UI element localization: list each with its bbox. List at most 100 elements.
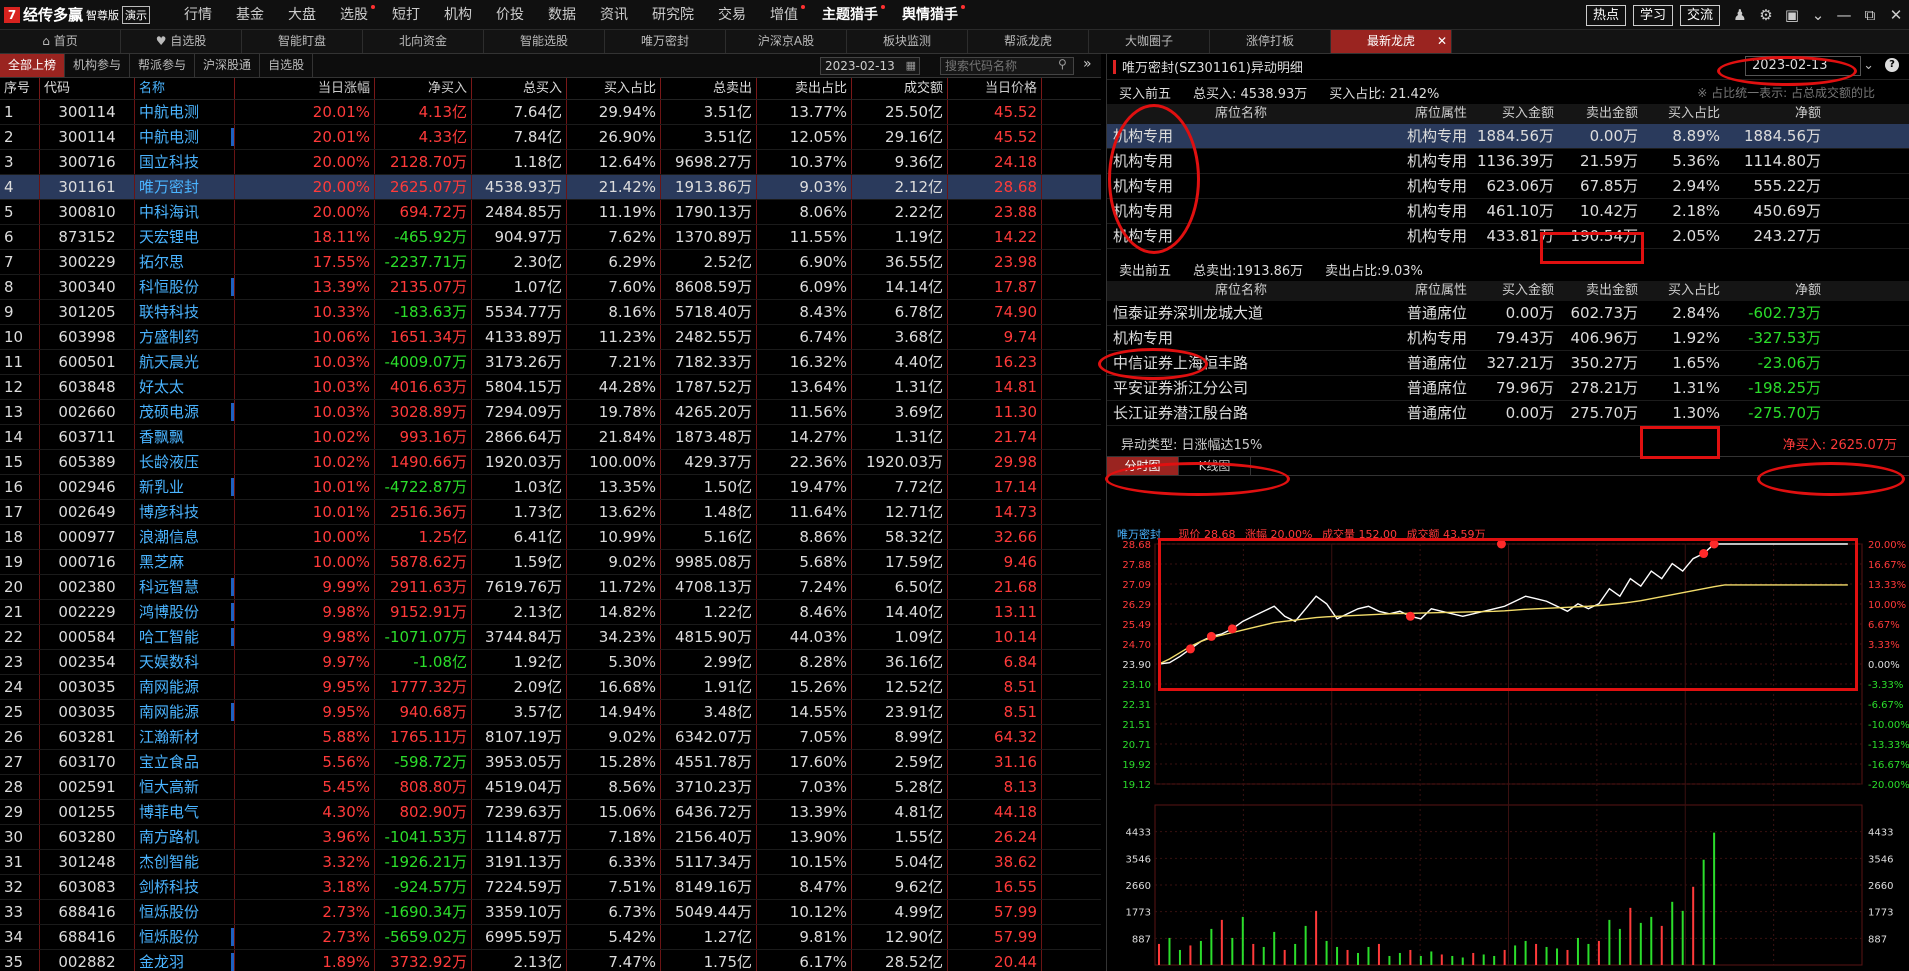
table-row[interactable]: 25003035南网能源 2日9.95%940.68万3.57亿14.94%3.4… — [0, 700, 1101, 725]
seat-row[interactable]: 中信证券上海恒丰路 普通席位 327.21万 350.27万 1.65% -23.06万 — [1107, 351, 1909, 376]
table-row[interactable]: 19 000716 黑芝麻 10.00% 5878.62万 1.59亿 9.02% 9985.… — [0, 550, 1101, 575]
table-row[interactable]: 35002882金龙羽 3日1.89%3732.92万2.13亿7.47%1.75… — [0, 950, 1101, 971]
filter-tab-2[interactable]: 帮派参与 — [130, 54, 196, 77]
help-icon[interactable]: ? — [1885, 58, 1899, 72]
stock-name[interactable]: 博菲电气 — [139, 803, 199, 821]
menu-item-7[interactable]: 数据 — [536, 0, 588, 30]
table-row[interactable]: 7 300229 拓尔思 17.55% -2237.71万 2.30亿 6.29% 2.52亿… — [0, 250, 1101, 275]
table-row[interactable]: 26 603281 江瀚新材 5.88% 1765.11万 8107.19万 9.02% 63… — [0, 725, 1101, 750]
table-row[interactable]: 8300340科恒股份 2日13.39%2135.07万1.07亿7.60%860… — [0, 275, 1101, 300]
tab-7[interactable]: 板块监测 — [847, 30, 968, 53]
stock-name[interactable]: 唯万密封 — [139, 178, 199, 196]
seat-row[interactable]: 机构专用 机构专用 79.43万 406.96万 1.92% -327.53万 — [1107, 326, 1909, 351]
column-header-1[interactable]: 代码 — [40, 78, 135, 99]
column-header-10[interactable]: 当日价格 — [948, 78, 1042, 99]
chart-tab-0[interactable]: 分时图 — [1107, 457, 1179, 475]
close-icon[interactable]: ✕ — [1883, 6, 1909, 24]
seat-row[interactable]: 平安证券浙江分公司 普通席位 79.96万 278.21万 1.31% -198.25万 — [1107, 376, 1909, 401]
chevron-down-icon[interactable]: ⌄ — [1863, 57, 1874, 75]
table-row[interactable]: 20002380科远智慧 2日9.99%2911.63万7619.76万11.72… — [0, 575, 1101, 600]
column-header-3[interactable]: 当日涨幅 — [235, 78, 375, 99]
tab-10[interactable]: 涨停打板 — [1210, 30, 1331, 53]
tab-9[interactable]: 大咖圈子 — [1089, 30, 1210, 53]
menu-item-5[interactable]: 机构 — [432, 0, 484, 30]
table-row[interactable]: 4 301161 唯万密封 20.00% 2625.07万 4538.93万 21.42% 1… — [0, 175, 1101, 200]
stock-name[interactable]: 联特科技 — [139, 303, 199, 321]
tab-4[interactable]: 智能选股 — [484, 30, 605, 53]
search-input[interactable] — [940, 57, 1074, 75]
menu-item-12[interactable]: 主题猎手 — [810, 0, 890, 30]
table-row[interactable]: 14 603711 香飘飘 10.02% 993.16万 2866.64万 21.84% 18… — [0, 425, 1101, 450]
seat-row[interactable]: 机构专用 机构专用 433.81万 190.54万 2.05% 243.27万 — [1107, 224, 1909, 249]
tab-2[interactable]: 智能盯盘 — [242, 30, 363, 53]
layout-icon[interactable]: ▣ — [1779, 6, 1805, 24]
menu-item-1[interactable]: 基金 — [224, 0, 276, 30]
column-header-0[interactable]: 序号 — [0, 78, 40, 99]
stock-name[interactable]: 南网能源 — [139, 703, 199, 721]
stock-name[interactable]: 天宏锂电 — [139, 228, 199, 246]
table-row[interactable]: 28 002591 恒大高新 5.45% 808.80万 4519.04万 8.56% 371… — [0, 775, 1101, 800]
stock-name[interactable]: 恒烁股份 — [139, 928, 199, 946]
hot-button[interactable]: 热点 — [1585, 4, 1626, 26]
seat-row[interactable]: 长江证券潜江殷台路 普通席位 0.00万 275.70万 1.30% -275.70万 — [1107, 401, 1909, 426]
seat-row[interactable]: 机构专用 机构专用 623.06万 67.85万 2.94% 555.22万 — [1107, 174, 1909, 199]
search-icon[interactable]: ⚲ — [1058, 57, 1067, 71]
stock-name[interactable]: 恒烁股份 — [139, 903, 199, 921]
table-row[interactable]: 15 605389 长龄液压 10.02% 1490.66万 1920.03万 100.00… — [0, 450, 1101, 475]
table-row[interactable]: 3 300716 国立科技 20.00% 2128.70万 1.18亿 12.64% 9698… — [0, 150, 1101, 175]
table-row[interactable]: 6 873152 天宏锂电 18.11% -465.92万 904.97万 7.62% 137… — [0, 225, 1101, 250]
table-row[interactable]: 12 603848 好太太 10.03% 4016.63万 5804.15万 44.28% 1… — [0, 375, 1101, 400]
tab-11[interactable]: 最新龙虎 ✕ — [1331, 30, 1452, 53]
menu-item-10[interactable]: 交易 — [706, 0, 758, 30]
table-row[interactable]: 16002946新乳业2日10.01%-4722.87万1.03亿13.35%1… — [0, 475, 1101, 500]
stock-name[interactable]: 新乳业 — [139, 478, 184, 496]
column-header-5[interactable]: 总买入 — [472, 78, 567, 99]
table-row[interactable]: 33 688416 恒烁股份 2.73% -1690.34万 3359.10万 6.73% 5… — [0, 900, 1101, 925]
menu-item-11[interactable]: 增值 — [758, 0, 810, 30]
column-header-4[interactable]: 净买入 — [375, 78, 472, 99]
stock-name[interactable]: 南网能源 — [139, 678, 199, 696]
stock-name[interactable]: 黑芝麻 — [139, 553, 184, 571]
column-header-2[interactable]: 名称 — [135, 78, 235, 99]
menu-item-3[interactable]: 选股 — [328, 0, 380, 30]
table-row[interactable]: 24 003035 南网能源 9.95% 1777.32万 2.09亿 16.68% 1.91… — [0, 675, 1101, 700]
tab-8[interactable]: 帮派龙虎 — [968, 30, 1089, 53]
table-row[interactable]: 18 000977 浪潮信息 10.00% 1.25亿 6.41亿 10.99% 5.16亿 8… — [0, 525, 1101, 550]
column-header-7[interactable]: 总卖出 — [661, 78, 757, 99]
stock-name[interactable]: 天娱数科 — [139, 653, 199, 671]
stock-name[interactable]: 中科海讯 — [139, 203, 199, 221]
stock-name[interactable]: 金龙羽 — [139, 953, 184, 971]
tab-3[interactable]: 北向资金 — [363, 30, 484, 53]
stock-name[interactable]: 好太太 — [139, 378, 184, 396]
stock-name[interactable]: 方盛制药 — [139, 328, 199, 346]
restore-icon[interactable]: ⧉ — [1857, 6, 1883, 24]
table-row[interactable]: 29 001255 博菲电气 4.30% 802.90万 7239.63万 15.06% 64… — [0, 800, 1101, 825]
menu-item-8[interactable]: 资讯 — [588, 0, 640, 30]
filter-tab-1[interactable]: 机构参与 — [65, 54, 131, 77]
table-row[interactable]: 5 300810 中科海讯 20.00% 694.72万 2484.85万 11.19% 17… — [0, 200, 1101, 225]
expand-icon[interactable]: » — [1083, 56, 1092, 72]
gear-icon[interactable]: ⚙ — [1753, 6, 1779, 24]
seat-row[interactable]: 机构专用 机构专用 461.10万 10.42万 2.18% 450.69万 — [1107, 199, 1909, 224]
filter-tab-0[interactable]: 全部上榜 — [0, 54, 66, 77]
minimize-icon[interactable]: — — [1831, 6, 1857, 24]
learn-button[interactable]: 学习 — [1632, 4, 1673, 26]
table-row[interactable]: 9 301205 联特科技 10.33% -183.63万 5534.77万 8.16% 57… — [0, 300, 1101, 325]
chart-tab-1[interactable]: K线图 — [1179, 457, 1251, 475]
detail-date-select[interactable]: 2023-02-13 ⌄ — [1745, 56, 1874, 76]
stock-name[interactable]: 宝立食品 — [139, 753, 199, 771]
close-icon[interactable]: ✕ — [1437, 30, 1447, 53]
table-row[interactable]: 17 002649 博彦科技 10.01% 2516.36万 1.73亿 13.62% 1.4… — [0, 500, 1101, 525]
stock-name[interactable]: 中航电测 — [139, 128, 199, 146]
tab-0[interactable]: ⌂ 首页 — [0, 30, 121, 53]
seat-row[interactable]: 机构专用 机构专用 1136.39万 21.59万 5.36% 1114.80万 — [1107, 149, 1909, 174]
menu-item-0[interactable]: 行情 — [172, 0, 224, 30]
user-icon[interactable]: ♟ — [1727, 6, 1753, 24]
tab-5[interactable]: 唯万密封 — [605, 30, 726, 53]
filter-tab-4[interactable]: 自选股 — [260, 54, 314, 77]
stock-name[interactable]: 博彦科技 — [139, 503, 199, 521]
table-row[interactable]: 10 603998 方盛制药 10.06% 1651.34万 4133.89万 11.23%… — [0, 325, 1101, 350]
exchange-button[interactable]: 交流 — [1679, 4, 1720, 26]
stock-name[interactable]: 鸿博股份 — [139, 603, 199, 621]
table-row[interactable]: 22000584哈工智能 2日9.98%-1071.07万3744.84万34.2… — [0, 625, 1101, 650]
